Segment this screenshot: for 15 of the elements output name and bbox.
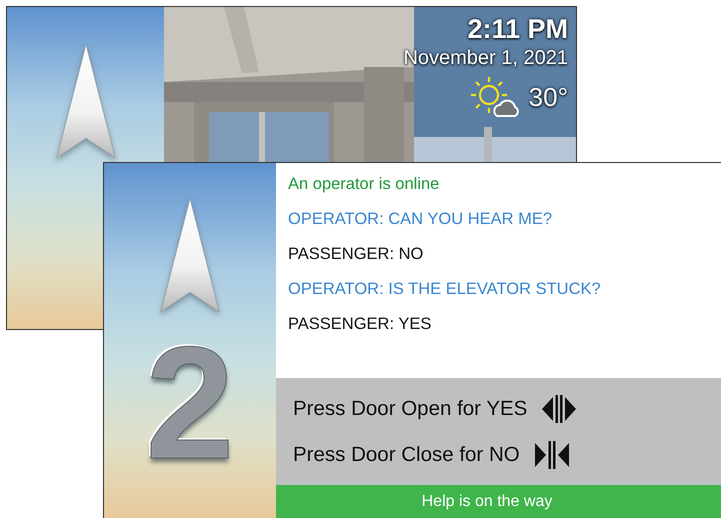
prompt-text: Press Door Close for NO (293, 442, 520, 468)
floor-number: 2 (146, 323, 234, 483)
door-open-icon (541, 392, 578, 424)
up-arrow-icon (159, 197, 221, 315)
prompt-text: Press Door Open for YES (293, 396, 528, 422)
chat-message: OPERATOR: CAN YOU HEAR ME? (288, 209, 552, 230)
door-close-icon (534, 438, 570, 470)
temperature: 30° (528, 82, 568, 112)
clock-time: 2:11 PM (467, 13, 568, 45)
chat-message: An operator is online (288, 174, 440, 195)
status-banner: Help is on the way (276, 485, 721, 518)
up-arrow-icon (54, 43, 116, 161)
chat-message: PASSENGER: NO (288, 244, 424, 265)
chat-message: OPERATOR: IS THE ELEVATOR STUCK? (288, 279, 601, 300)
chat-message: PASSENGER: YES (288, 314, 432, 335)
